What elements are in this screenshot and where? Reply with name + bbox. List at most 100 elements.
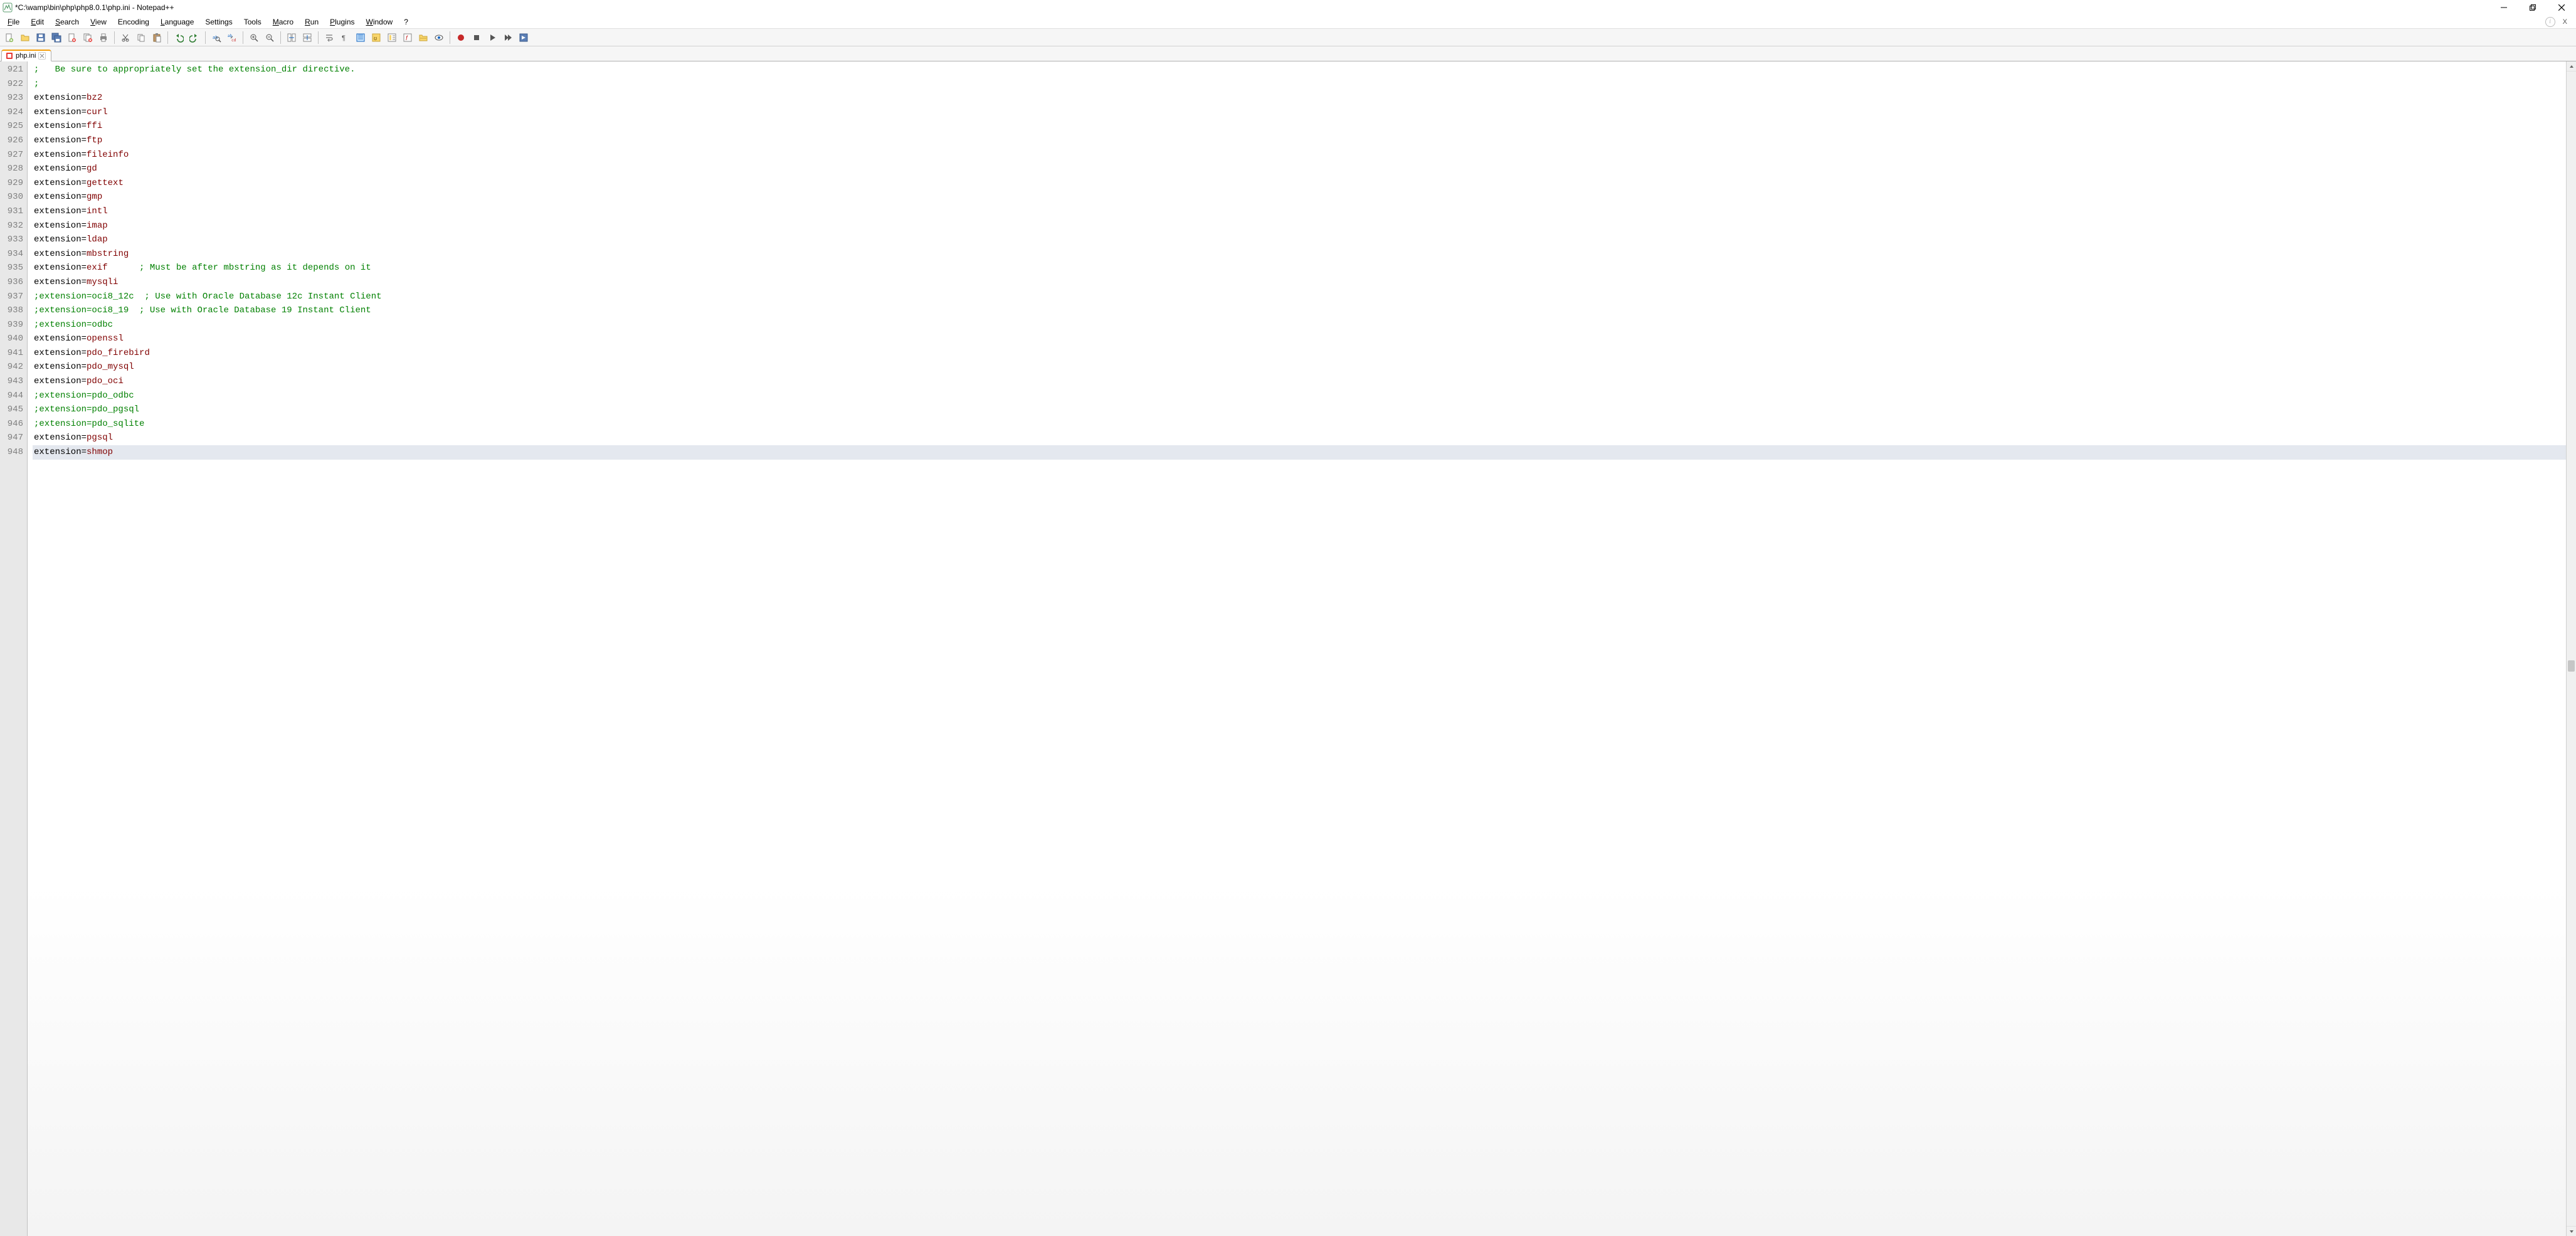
code-line[interactable]: extension=openssl [33,332,2566,346]
code-line[interactable]: extension=shmop [33,445,2566,460]
code-line[interactable]: extension=mysqli [33,275,2566,290]
vertical-scrollbar[interactable] [2566,61,2576,1236]
code-line[interactable]: ;extension=pdo_pgsql [33,403,2566,417]
paste-button[interactable] [150,31,164,45]
line-number: 939 [0,318,23,332]
folder-button[interactable] [416,31,430,45]
toolbar-separator [114,31,115,44]
sync-v-button[interactable] [285,31,298,45]
svg-text:ʊ: ʊ [374,35,377,41]
code-line[interactable]: extension=curl [33,105,2566,120]
close-button[interactable] [2547,0,2576,15]
menu-encoding[interactable]: Encoding [113,16,154,28]
redo-button[interactable] [187,31,201,45]
sync-v-icon [287,33,297,43]
code-line[interactable]: extension=ldap [33,233,2566,247]
play-multi-button[interactable] [501,31,515,45]
info-icon[interactable]: i [2545,17,2555,27]
monitor-button[interactable] [432,31,446,45]
tab-php-ini[interactable]: php.ini [1,50,51,61]
minimize-button[interactable] [2489,0,2518,15]
menu-help[interactable]: ? [399,16,413,28]
scroll-down-button[interactable] [2567,1226,2576,1236]
close-file-icon [67,33,77,43]
line-number: 938 [0,304,23,318]
open-file-button[interactable] [18,31,32,45]
tab-label: php.ini [16,52,36,60]
new-file-button[interactable] [3,31,16,45]
doc-map-button[interactable] [385,31,399,45]
monitor-icon [434,33,444,43]
zoom-in-button[interactable] [247,31,261,45]
cut-button[interactable] [119,31,132,45]
code-line[interactable]: extension=pgsql [33,431,2566,445]
code-line[interactable]: extension=ftp [33,134,2566,148]
code-line[interactable]: extension=mbstring [33,247,2566,261]
stop-macro-button[interactable] [470,31,483,45]
code-line[interactable]: extension=exif ; Must be after mbstring … [33,261,2566,275]
code-line[interactable]: ; [33,77,2566,92]
close-file-button[interactable] [65,31,79,45]
undo-button[interactable] [172,31,186,45]
code-line[interactable]: extension=gettext [33,176,2566,191]
menu-window[interactable]: Window [361,16,398,28]
line-number: 921 [0,63,23,77]
code-line[interactable]: extension=bz2 [33,91,2566,105]
scrollbar-thumb[interactable] [2568,660,2575,672]
lang-button[interactable]: ʊ [369,31,383,45]
code-line[interactable]: extension=ffi [33,119,2566,134]
scroll-up-button[interactable] [2567,61,2576,71]
code-line[interactable]: extension=pdo_firebird [33,346,2566,361]
indent-guide-button[interactable] [354,31,367,45]
code-line[interactable]: ;extension=oci8_19 ; Use with Oracle Dat… [33,304,2566,318]
code-line[interactable]: extension=intl [33,204,2566,219]
menu-run[interactable]: Run [300,16,324,28]
line-number: 948 [0,445,23,460]
menu-view[interactable]: View [85,16,112,28]
menu-file[interactable]: File [3,16,24,28]
menu-language[interactable]: Language [156,16,199,28]
code-line[interactable]: extension=pdo_oci [33,374,2566,389]
func-list-button[interactable]: f [401,31,414,45]
code-line[interactable]: ;extension=pdo_odbc [33,389,2566,403]
play-macro-button[interactable] [485,31,499,45]
code-line[interactable]: ; Be sure to appropriately set the exten… [33,63,2566,77]
save-button[interactable] [34,31,48,45]
line-number: 945 [0,403,23,417]
code-line[interactable]: extension=gmp [33,190,2566,204]
scrollbar-track[interactable] [2567,71,2576,1226]
all-chars-button[interactable]: ¶ [338,31,352,45]
menu-macro[interactable]: Macro [268,16,298,28]
code-line[interactable]: ;extension=pdo_sqlite [33,417,2566,431]
menu-search[interactable]: Search [50,16,84,28]
code-line[interactable]: extension=gd [33,162,2566,176]
sync-h-button[interactable] [300,31,314,45]
line-number: 927 [0,148,23,162]
replace-button[interactable]: abcd [225,31,239,45]
wordwrap-button[interactable] [322,31,336,45]
find-button[interactable]: ab [209,31,223,45]
zoom-out-button[interactable] [263,31,277,45]
print-button[interactable] [97,31,110,45]
line-number: 925 [0,119,23,134]
copy-button[interactable] [134,31,148,45]
maximize-button[interactable] [2518,0,2547,15]
save-all-button[interactable] [50,31,63,45]
code-line[interactable]: ;extension=odbc [33,318,2566,332]
save-macro-button[interactable] [517,31,531,45]
code-line[interactable]: extension=fileinfo [33,148,2566,162]
menu-edit[interactable]: Edit [26,16,49,28]
play-multi-icon [503,33,513,43]
code-line[interactable]: extension=pdo_mysql [33,360,2566,374]
record-macro-button[interactable] [454,31,468,45]
tab-close-button[interactable] [38,52,46,60]
close-all-button[interactable] [81,31,95,45]
code-line[interactable]: ;extension=oci8_12c ; Use with Oracle Da… [33,290,2566,304]
close-all-tabs-button[interactable]: X [2560,18,2570,26]
menu-settings[interactable]: Settings [200,16,237,28]
line-number: 926 [0,134,23,148]
menu-plugins[interactable]: Plugins [325,16,359,28]
code-line[interactable]: extension=imap [33,219,2566,233]
menu-tools[interactable]: Tools [239,16,267,28]
code-editor[interactable]: ; Be sure to appropriately set the exten… [28,61,2566,460]
